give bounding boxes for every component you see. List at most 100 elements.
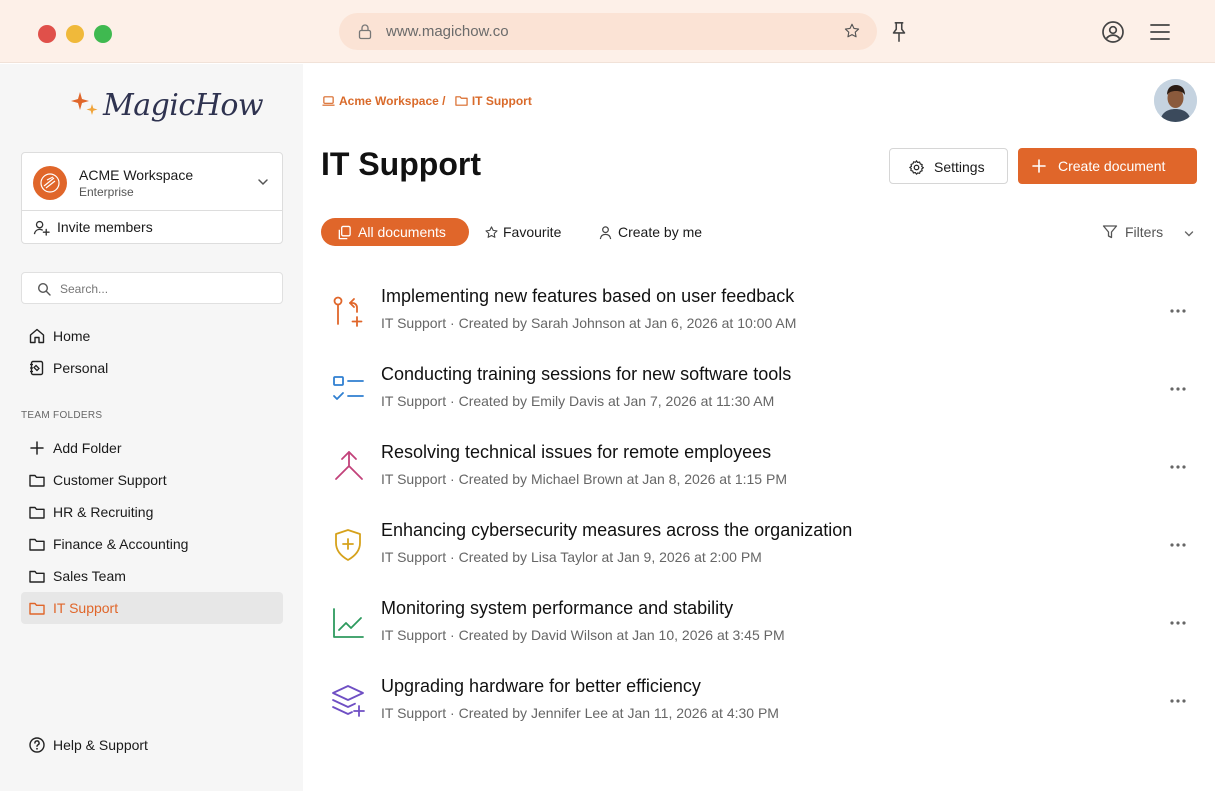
notebook-icon — [28, 359, 46, 382]
document-row[interactable]: Implementing new features based on user … — [321, 282, 1197, 348]
invite-members-button[interactable]: Invite members — [22, 211, 282, 243]
folder-label: Finance & Accounting — [53, 536, 189, 552]
tab-label: Create by me — [618, 224, 703, 240]
document-title[interactable]: Resolving technical issues for remote em… — [381, 442, 771, 463]
document-title[interactable]: Enhancing cybersecurity measures across … — [381, 520, 852, 541]
account-icon[interactable] — [1101, 20, 1125, 49]
help-support-label: Help & Support — [53, 737, 148, 753]
gear-icon — [909, 160, 925, 175]
folder-icon — [455, 96, 468, 106]
breadcrumb-current[interactable]: IT Support — [472, 94, 532, 108]
window-minimize-dot[interactable] — [66, 25, 84, 43]
more-options-icon[interactable] — [1169, 458, 1187, 476]
workspace-switcher[interactable]: ACME Workspace Enterprise — [22, 153, 282, 211]
document-title[interactable]: Upgrading hardware for better efficiency — [381, 676, 701, 697]
document-title[interactable]: Monitoring system performance and stabil… — [381, 598, 733, 619]
folder-hr-recruiting[interactable]: HR & Recruiting — [21, 496, 283, 528]
user-avatar[interactable] — [1154, 79, 1197, 122]
nav-home[interactable]: Home — [21, 320, 283, 352]
document-meta: IT Support · Created by David Wilson at … — [381, 627, 785, 643]
more-options-icon[interactable] — [1169, 692, 1187, 710]
tab-label: All documents — [358, 224, 446, 240]
document-row[interactable]: Conducting training sessions for new sof… — [321, 360, 1197, 426]
folder-customer-support[interactable]: Customer Support — [21, 464, 283, 496]
user-plus-icon — [33, 219, 50, 241]
tab-label: Favourite — [503, 224, 562, 240]
nav-home-label: Home — [53, 328, 91, 344]
breadcrumb: Acme Workspace / IT Support — [322, 93, 532, 108]
document-row[interactable]: Upgrading hardware for better efficiency… — [321, 672, 1197, 738]
nav-personal[interactable]: Personal — [21, 352, 283, 384]
shield-plus-icon — [331, 528, 367, 569]
pin-icon[interactable] — [888, 20, 910, 49]
menu-icon[interactable] — [1149, 21, 1171, 48]
folder-icon — [28, 567, 46, 590]
address-bar[interactable]: www.magichow.co — [339, 13, 877, 50]
lock-icon — [357, 23, 373, 45]
document-meta: IT Support · Created by Sarah Johnson at… — [381, 315, 797, 331]
filter-icon — [1102, 224, 1118, 243]
create-document-label: Create document — [1058, 158, 1166, 174]
document-folder: IT Support — [381, 549, 447, 565]
search-input[interactable] — [60, 279, 270, 299]
folder-label: IT Support — [53, 600, 119, 616]
document-row[interactable]: Monitoring system performance and stabil… — [321, 594, 1197, 660]
document-meta: IT Support · Created by Jennifer Lee at … — [381, 705, 779, 721]
folder-it-support[interactable]: IT Support — [21, 592, 283, 624]
window-close-dot[interactable] — [38, 25, 56, 43]
team-folders-heading: TEAM FOLDERS — [21, 410, 103, 421]
tab-favourite[interactable]: Favourite — [480, 218, 580, 246]
document-title[interactable]: Conducting training sessions for new sof… — [381, 364, 791, 385]
document-created: Created by Lisa Taylor at Jan 9, 2026 at… — [458, 549, 762, 565]
more-options-icon[interactable] — [1169, 380, 1187, 398]
breadcrumb-workspace[interactable]: Acme Workspace / — [339, 94, 446, 108]
line-chart-icon — [331, 606, 367, 647]
documents-icon — [338, 225, 351, 240]
folder-finance-accounting[interactable]: Finance & Accounting — [21, 528, 283, 560]
split-arrow-icon — [331, 450, 367, 491]
layers-plus-icon — [331, 684, 367, 725]
more-options-icon[interactable] — [1169, 536, 1187, 554]
home-icon — [28, 327, 46, 350]
document-folder: IT Support — [381, 315, 447, 331]
folder-icon — [28, 535, 46, 558]
bookmark-star-icon[interactable] — [843, 22, 861, 45]
more-options-icon[interactable] — [1169, 614, 1187, 632]
search-icon — [37, 282, 51, 301]
tab-all-documents[interactable]: All documents — [321, 218, 469, 246]
folder-label: Sales Team — [53, 568, 126, 584]
document-created: Created by Sarah Johnson at Jan 6, 2026 … — [458, 315, 797, 331]
chevron-down-icon — [1183, 227, 1195, 243]
page-title: IT Support — [321, 146, 481, 182]
plus-icon — [28, 439, 46, 462]
document-created: Created by Emily Davis at Jan 7, 2026 at… — [458, 393, 775, 409]
folder-icon — [28, 599, 46, 622]
document-row[interactable]: Resolving technical issues for remote em… — [321, 438, 1197, 504]
sidebar: MagicHow ACME Workspace Enterprise Invit… — [0, 64, 303, 791]
folder-label: Customer Support — [53, 472, 167, 488]
create-document-button[interactable]: Create document — [1018, 148, 1197, 184]
settings-button[interactable]: Settings — [889, 148, 1008, 184]
laptop-icon — [322, 96, 335, 106]
plus-icon — [1032, 159, 1046, 173]
brand-logo[interactable]: MagicHow — [103, 88, 264, 123]
filters-button[interactable]: Filters — [1101, 222, 1197, 244]
workspace-card: ACME Workspace Enterprise Invite members — [21, 152, 283, 244]
settings-label: Settings — [934, 159, 985, 175]
folder-sales-team[interactable]: Sales Team — [21, 560, 283, 592]
add-folder-label: Add Folder — [53, 440, 122, 456]
document-row[interactable]: Enhancing cybersecurity measures across … — [321, 516, 1197, 582]
invite-members-label: Invite members — [57, 219, 153, 235]
help-support-link[interactable]: Help & Support — [21, 729, 283, 761]
help-circle-icon — [28, 736, 46, 759]
add-folder-button[interactable]: Add Folder — [21, 432, 283, 464]
document-folder: IT Support — [381, 705, 447, 721]
checklist-icon — [331, 372, 367, 413]
document-created: Created by Jennifer Lee at Jan 11, 2026 … — [458, 705, 779, 721]
window-maximize-dot[interactable] — [94, 25, 112, 43]
tab-create-by-me[interactable]: Create by me — [594, 218, 720, 246]
document-title[interactable]: Implementing new features based on user … — [381, 286, 794, 307]
workspace-avatar — [33, 166, 67, 200]
more-options-icon[interactable] — [1169, 302, 1187, 320]
folder-icon — [28, 471, 46, 494]
